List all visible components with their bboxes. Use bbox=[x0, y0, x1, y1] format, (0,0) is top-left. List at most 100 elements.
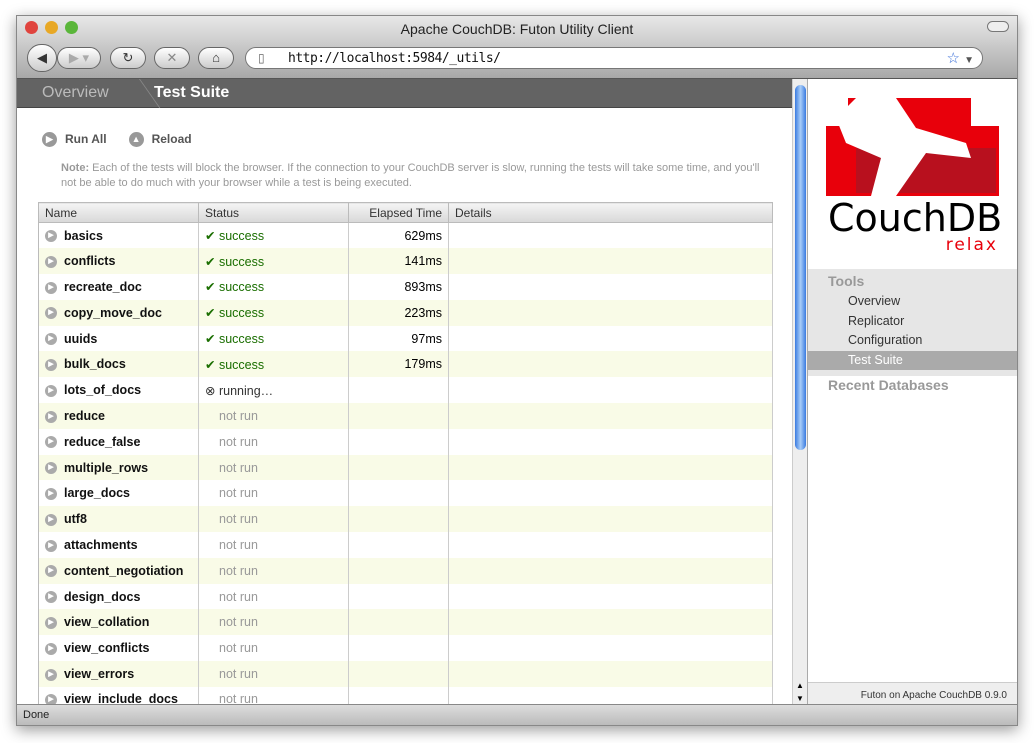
scrollbar-thumb[interactable] bbox=[795, 85, 806, 450]
run-test-icon[interactable]: ▶ bbox=[45, 513, 57, 526]
home-button[interactable]: ⌂ bbox=[198, 47, 234, 69]
page-icon: ▯ bbox=[258, 51, 265, 65]
test-name-label: attachments bbox=[64, 537, 138, 552]
test-name[interactable]: ▶ attachments bbox=[38, 532, 199, 558]
run-test-icon[interactable]: ▶ bbox=[45, 333, 57, 346]
run-all-button[interactable]: ▶ Run All bbox=[42, 132, 107, 148]
run-test-icon[interactable]: ▶ bbox=[45, 384, 57, 397]
test-details bbox=[448, 299, 773, 326]
run-test-icon[interactable]: ▶ bbox=[45, 230, 57, 243]
elapsed-time: 97ms bbox=[348, 325, 449, 352]
bookmark-star-icon[interactable]: ☆ ▼ bbox=[946, 49, 974, 67]
elapsed-time bbox=[348, 480, 449, 507]
elapsed-time bbox=[348, 532, 449, 558]
scroll-down-arrow[interactable]: ▼ bbox=[796, 694, 804, 703]
test-status-label: not run bbox=[219, 589, 258, 604]
test-status: not run bbox=[198, 506, 349, 533]
test-name[interactable]: ▶ view_conflicts bbox=[38, 635, 199, 662]
test-name[interactable]: ▶ copy_move_doc bbox=[38, 299, 199, 326]
test-name-label: uuids bbox=[64, 331, 98, 346]
test-name[interactable]: ▶ reduce_false bbox=[38, 428, 199, 455]
test-details bbox=[448, 480, 773, 507]
run-test-icon[interactable]: ▶ bbox=[45, 617, 57, 630]
test-details bbox=[448, 557, 773, 584]
run-test-icon[interactable]: ▶ bbox=[45, 410, 57, 423]
test-actions: ▶ Run All ▲ Reload bbox=[42, 132, 192, 148]
test-name-label: reduce_false bbox=[64, 434, 141, 449]
run-test-icon[interactable]: ▶ bbox=[45, 488, 57, 501]
run-test-icon[interactable]: ▶ bbox=[45, 307, 57, 320]
stop-button[interactable]: ✕ bbox=[154, 47, 190, 69]
sidebar-item-replicator[interactable]: Replicator bbox=[808, 312, 1017, 332]
window-title: Apache CouchDB: Futon Utility Client bbox=[400, 21, 634, 37]
elapsed-time: 141ms bbox=[348, 248, 449, 275]
run-test-icon[interactable]: ▶ bbox=[45, 668, 57, 681]
run-test-icon[interactable]: ▶ bbox=[45, 436, 57, 449]
test-name[interactable]: ▶ view_collation bbox=[38, 609, 199, 636]
test-status: not run bbox=[198, 480, 349, 507]
reload-tests-button[interactable]: ▲ Reload bbox=[128, 132, 192, 148]
elapsed-time bbox=[348, 583, 449, 610]
table-row: ▶ reduce not run bbox=[38, 403, 773, 429]
reload-button[interactable]: ↻ bbox=[110, 47, 146, 69]
run-test-icon[interactable]: ▶ bbox=[45, 462, 57, 475]
run-test-icon[interactable]: ▶ bbox=[45, 255, 57, 268]
spinner-icon: ⊗ bbox=[205, 383, 216, 398]
test-name-label: copy_move_doc bbox=[64, 305, 162, 320]
play-icon: ▶ bbox=[42, 132, 57, 148]
elapsed-time bbox=[348, 557, 449, 584]
test-name[interactable]: ▶ design_docs bbox=[38, 583, 199, 610]
test-name[interactable]: ▶ conflicts bbox=[38, 248, 199, 275]
test-details bbox=[448, 583, 773, 610]
test-name[interactable]: ▶ recreate_doc bbox=[38, 274, 199, 300]
test-status-label: success bbox=[218, 306, 265, 321]
run-test-icon[interactable]: ▶ bbox=[45, 565, 57, 578]
checkmark-icon: ✔ bbox=[205, 306, 216, 321]
test-name[interactable]: ▶ bulk_docs bbox=[38, 351, 199, 378]
vertical-scrollbar[interactable]: ▲ ▼ bbox=[792, 79, 807, 706]
test-details bbox=[448, 428, 773, 455]
run-test-icon[interactable]: ▶ bbox=[45, 539, 57, 552]
tools-heading: Tools bbox=[828, 273, 865, 289]
sidebar-item-configuration[interactable]: Configuration bbox=[808, 331, 1017, 351]
test-name[interactable]: ▶ large_docs bbox=[38, 480, 199, 507]
up-arrow-icon: ▲ bbox=[128, 132, 144, 148]
test-name[interactable]: ▶ basics bbox=[38, 222, 199, 249]
sidebar-item-test-suite[interactable]: Test Suite bbox=[808, 350, 1017, 370]
test-details bbox=[448, 248, 773, 275]
back-button[interactable]: ◀ bbox=[27, 44, 57, 72]
test-status: ✔ success bbox=[198, 222, 349, 249]
test-status-label: success bbox=[218, 332, 265, 347]
test-name[interactable]: ▶ reduce bbox=[38, 403, 199, 429]
test-name[interactable]: ▶ view_errors bbox=[38, 661, 199, 687]
test-name[interactable]: ▶ utf8 bbox=[38, 506, 199, 533]
test-status-label: success bbox=[218, 229, 265, 244]
svg-text:relax: relax bbox=[946, 235, 998, 253]
svg-text:CouchDB: CouchDB bbox=[828, 196, 1001, 240]
test-name-label: basics bbox=[64, 228, 103, 243]
test-status-label: success bbox=[218, 254, 265, 269]
test-table: Name Status Elapsed Time Details ▶ basics… bbox=[38, 202, 773, 706]
run-test-icon[interactable]: ▶ bbox=[45, 642, 57, 655]
test-status-label: running… bbox=[218, 383, 274, 398]
test-name[interactable]: ▶ multiple_rows bbox=[38, 454, 199, 481]
test-name[interactable]: ▶ uuids bbox=[38, 325, 199, 352]
run-test-icon[interactable]: ▶ bbox=[45, 591, 57, 604]
sidebar-item-overview[interactable]: Overview bbox=[808, 292, 1017, 312]
browser-window: Apache CouchDB: Futon Utility Client ◀ ▶… bbox=[16, 15, 1018, 726]
test-name[interactable]: ▶ lots_of_docs bbox=[38, 377, 199, 404]
test-details bbox=[448, 661, 773, 687]
run-test-icon[interactable]: ▶ bbox=[45, 281, 57, 294]
toolbar-toggle-button[interactable] bbox=[987, 21, 1009, 32]
test-name[interactable]: ▶ content_negotiation bbox=[38, 557, 199, 584]
table-row: ▶ design_docs not run bbox=[38, 583, 773, 610]
breadcrumb-overview-link[interactable]: Overview bbox=[42, 84, 109, 102]
status-bar: Done bbox=[17, 704, 1017, 725]
address-bar[interactable]: ▯ http://localhost:5984/_utils/ ☆ ▼ bbox=[245, 47, 983, 69]
column-header-details: Details bbox=[448, 202, 773, 223]
test-status: ✔ success bbox=[198, 248, 349, 275]
forward-button[interactable]: ▶ ▾ bbox=[57, 47, 101, 69]
scroll-up-arrow[interactable]: ▲ bbox=[796, 681, 804, 690]
run-test-icon[interactable]: ▶ bbox=[45, 359, 57, 372]
sidebar: CouchDB relax Tools Overview Replicator … bbox=[807, 79, 1017, 706]
